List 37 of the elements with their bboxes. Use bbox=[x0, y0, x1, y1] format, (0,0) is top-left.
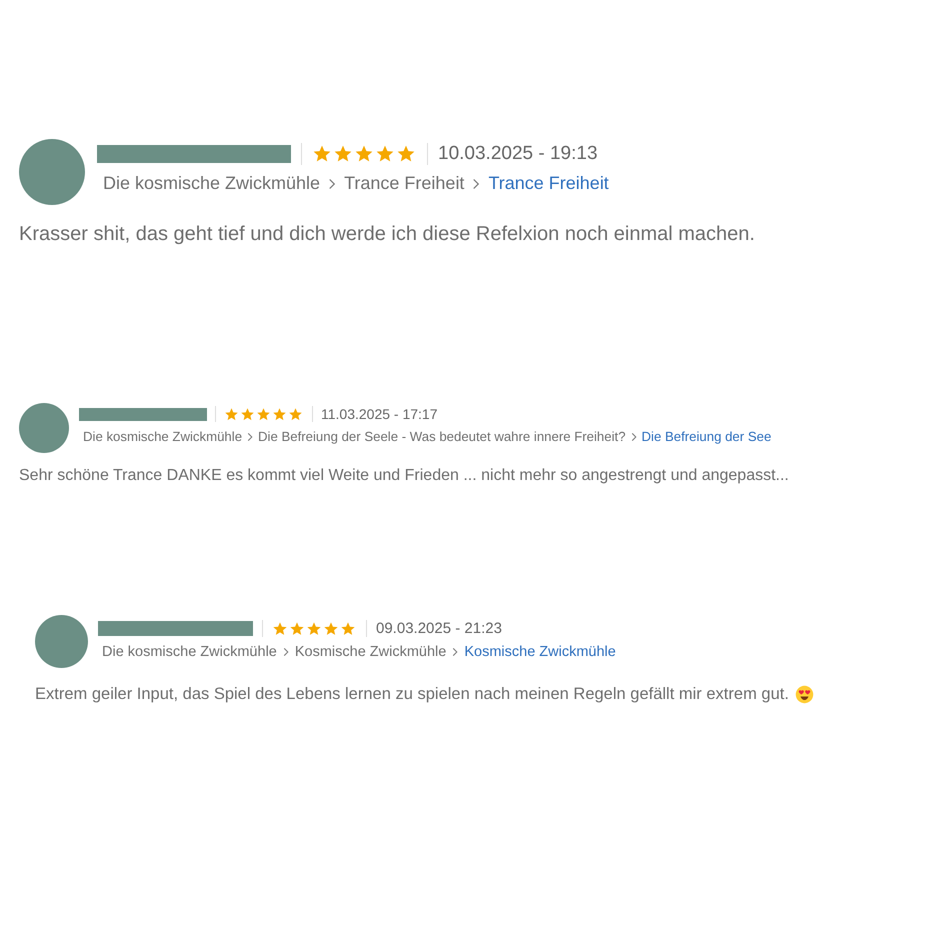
chevron-right-icon bbox=[472, 178, 480, 190]
breadcrumb-item[interactable]: Die kosmische Zwickmühle bbox=[83, 429, 242, 444]
review-date: 10.03.2025 - 19:13 bbox=[438, 143, 598, 165]
breadcrumb-link[interactable]: Die Befreiung der See bbox=[642, 429, 772, 444]
star-icon bbox=[288, 406, 303, 422]
chevron-right-icon bbox=[452, 647, 458, 657]
breadcrumb-item[interactable]: Trance Freiheit bbox=[344, 173, 464, 194]
review-comment: Sehr schöne Trance DANKE es kommt viel Weite und Frieden ... nicht mehr so angestrengt und angepasst... bbox=[19, 467, 789, 485]
star-icon bbox=[272, 406, 287, 422]
star-icon bbox=[289, 620, 305, 636]
chevron-right-icon bbox=[630, 432, 637, 442]
review-date: 09.03.2025 - 21:23 bbox=[376, 620, 502, 637]
star-icon bbox=[240, 406, 255, 422]
review-date: 11.03.2025 - 17:17 bbox=[321, 406, 438, 422]
star-icon bbox=[272, 620, 288, 636]
chevron-right-icon bbox=[247, 432, 254, 442]
review-comment: Krasser shit, das geht tief und dich werde ich diese Refelxion noch einmal machen. bbox=[19, 223, 755, 246]
star-icon bbox=[396, 144, 416, 164]
breadcrumb-link[interactable]: Trance Freiheit bbox=[488, 173, 609, 194]
review-comment: Extrem geiler Input, das Spiel des Lebens lernen zu spielen nach meinen Regeln gefällt mir extrem gut. bbox=[35, 685, 789, 704]
star-icon bbox=[312, 144, 332, 164]
chevron-right-icon bbox=[328, 178, 336, 190]
breadcrumb-item[interactable]: Die kosmische Zwickmühle bbox=[103, 173, 320, 194]
chevron-right-icon bbox=[282, 647, 289, 657]
star-icon bbox=[340, 620, 356, 636]
star-icon bbox=[323, 620, 339, 636]
breadcrumb-link[interactable]: Kosmische Zwickmühle bbox=[464, 644, 616, 660]
breadcrumb-item[interactable]: Die Befreiung der Seele - Was bedeutet wahre innere Freiheit? bbox=[258, 429, 626, 444]
star-icon bbox=[375, 144, 395, 164]
star-icon bbox=[224, 406, 239, 422]
breadcrumb-item[interactable]: Kosmische Zwickmühle bbox=[294, 644, 446, 660]
star-icon bbox=[333, 144, 353, 164]
breadcrumb-item[interactable]: Die kosmische Zwickmühle bbox=[102, 644, 277, 660]
star-icon bbox=[354, 144, 374, 164]
star-icon bbox=[256, 406, 271, 422]
star-icon bbox=[306, 620, 322, 636]
avatar bbox=[19, 403, 69, 453]
